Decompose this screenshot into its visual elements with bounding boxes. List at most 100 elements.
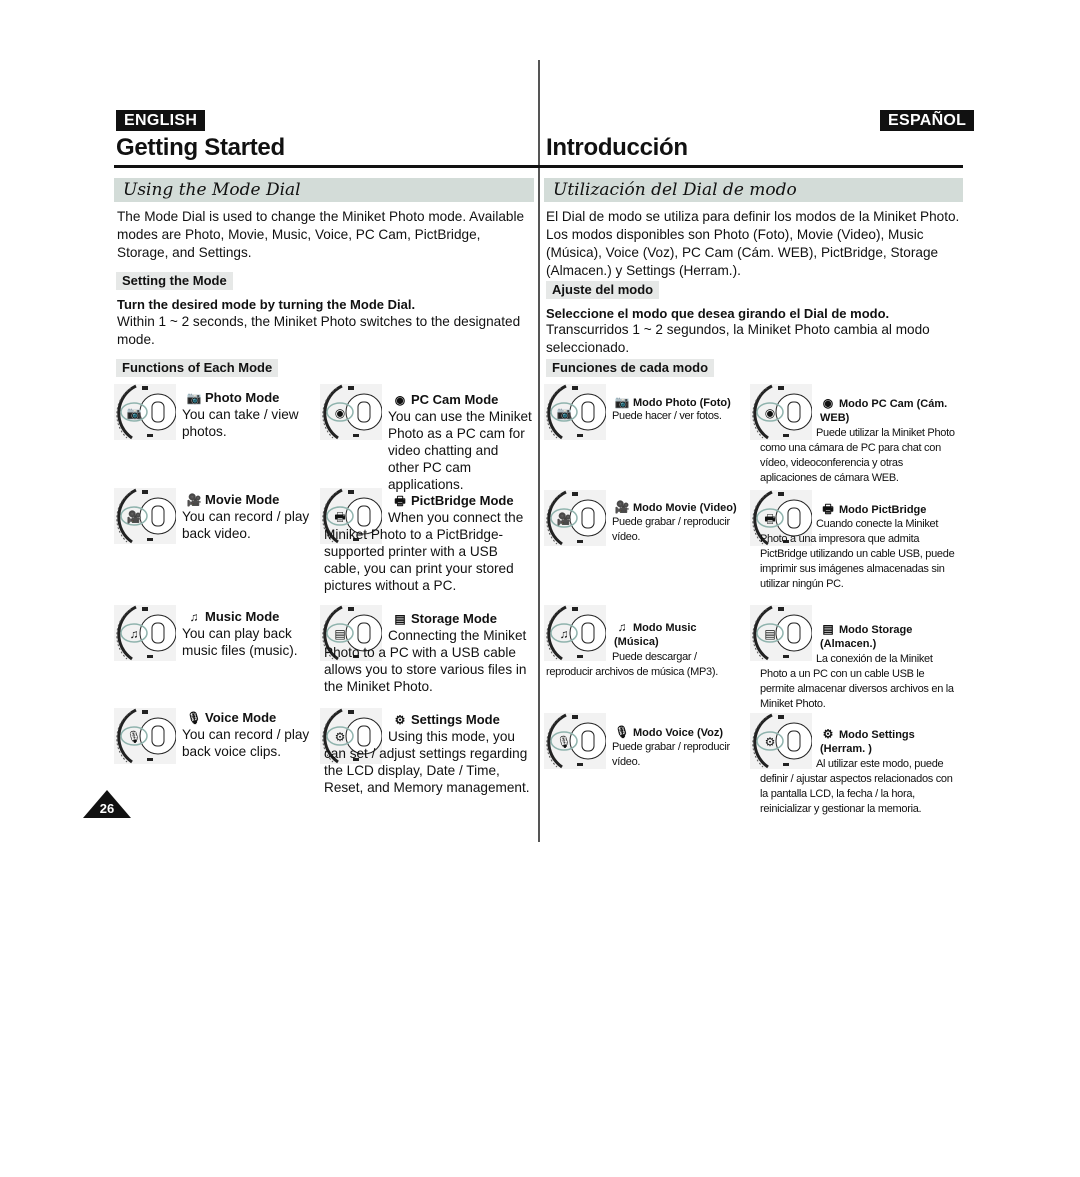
mode-title: 🖶 PictBridge Mode (392, 493, 514, 509)
svg-text:♫: ♫ (130, 627, 139, 641)
mode-title: 🎙 Modo Voice (Voz) (614, 725, 744, 740)
printer-icon: 🖶 (822, 502, 834, 516)
mode-title-label: Voice Mode (205, 710, 277, 725)
mode-dial-illustration: 🎥 (544, 490, 606, 546)
svg-text:🎙: 🎙 (556, 735, 571, 749)
camera-icon: 📷 (614, 395, 630, 409)
mode-title: ▤ Modo Storage (Almacen.) (820, 622, 950, 651)
mode-description: You can play back music files (music). (182, 626, 298, 658)
mode-title: ⚙ Settings Mode (392, 712, 500, 728)
mode-description: You can record / play back video. (182, 509, 310, 541)
svg-text:🎙: 🎙 (126, 730, 141, 744)
camera-icon: 📷 (186, 391, 202, 405)
mode-description: You can record / play back voice clips. (182, 727, 310, 759)
svg-text:♫: ♫ (560, 627, 569, 641)
mode-description: La conexión de la Miniket Photo a un PC … (760, 653, 954, 710)
storage-icon: ▤ (822, 622, 834, 636)
mode-title: ◉ Modo PC Cam (Cám. WEB) (820, 396, 950, 425)
language-tag-spanish: ESPAÑOL (880, 110, 975, 131)
svg-text:◉: ◉ (765, 406, 775, 420)
svg-text:🎥: 🎥 (127, 510, 142, 524)
svg-text:📷: 📷 (127, 406, 142, 420)
mode-title: ▤ Storage Mode (392, 611, 497, 627)
column-divider (538, 60, 540, 842)
storage-icon: ▤ (394, 612, 406, 626)
microphone-icon: 🎙 (186, 711, 202, 725)
section-title-spanish: Utilización del Dial de modo (544, 178, 963, 202)
section-title-english: Using the Mode Dial (114, 178, 534, 202)
mode-description: When you connect the Miniket Photo to a … (324, 510, 524, 593)
mode-description: Puede hacer / ver fotos. (612, 410, 722, 422)
mode-title-label: PictBridge Mode (411, 493, 514, 508)
mode-title: 🎥 Movie Mode (186, 492, 280, 508)
setting-instruction: Turn the desired mode by turning the Mod… (117, 297, 416, 312)
mode-dial-illustration: 🎙 (114, 708, 176, 764)
mode-title-label: Modo Voice (Voz) (633, 727, 724, 739)
title-rule (114, 165, 540, 168)
pc-cam-icon: ◉ (822, 396, 834, 410)
mode-title: 📷 Photo Mode (186, 390, 280, 406)
mode-dial-illustration: 🎥 (114, 488, 176, 544)
mode-title: ⚙ Modo Settings (Herram. ) (820, 727, 950, 756)
page-number: 26 (99, 801, 115, 816)
mode-title-label: Movie Mode (205, 492, 280, 507)
mode-dial-illustration: ◉ (320, 384, 382, 440)
mode-description: You can use the Miniket Photo as a PC ca… (388, 409, 532, 492)
setting-note: Transcurridos 1 ~ 2 segundos, la Miniket… (546, 322, 930, 355)
svg-text:📷: 📷 (557, 406, 572, 420)
page-title-spanish: Introducción (546, 134, 688, 161)
printer-icon: 🖶 (394, 494, 406, 508)
language-tag-english: ENGLISH (116, 110, 206, 131)
music-note-icon: ♫ (617, 620, 627, 634)
mode-description: Puede descargar / reproducir archivos de… (546, 651, 718, 678)
movie-camera-icon: 🎥 (614, 500, 630, 514)
mode-description: Al utilizar este modo, puede definir / a… (760, 758, 953, 815)
mode-dial-illustration: ♫ (114, 605, 176, 661)
gear-icon: ⚙ (394, 713, 406, 727)
svg-text:🎥: 🎥 (557, 512, 572, 526)
svg-text:⚙: ⚙ (765, 735, 776, 749)
mode-title: ◉ PC Cam Mode (392, 392, 499, 408)
mode-description: Connecting the Miniket Photo to a PC wit… (324, 628, 527, 694)
setting-note: Within 1 ~ 2 seconds, the Miniket Photo … (117, 314, 521, 347)
mode-dial-illustration: 🎙 (544, 713, 606, 769)
mode-description: Puede grabar / reproducir vídeo. (612, 516, 730, 543)
mode-title-label: PC Cam Mode (411, 392, 499, 407)
intro-paragraph: The Mode Dial is used to change the Mini… (117, 209, 525, 260)
mode-description: Puede grabar / reproducir vídeo. (612, 741, 730, 768)
movie-camera-icon: 🎥 (186, 493, 202, 507)
mode-title-label: Photo Mode (205, 390, 280, 405)
mode-title-label: Modo PC Cam (Cám. WEB) (820, 398, 948, 424)
mode-title-label: Modo PictBridge (839, 504, 927, 516)
subheading-setting-mode: Ajuste del modo (546, 281, 660, 299)
gear-icon: ⚙ (822, 727, 834, 741)
mode-title: 🖶 Modo PictBridge (820, 502, 950, 517)
mode-title-label: Modo Photo (Foto) (633, 397, 731, 409)
music-note-icon: ♫ (189, 610, 199, 624)
mode-description: Puede utilizar la Miniket Photo como una… (760, 427, 955, 484)
mode-title: 🎙 Voice Mode (186, 710, 276, 726)
setting-instruction: Seleccione el modo que desea girando el … (546, 306, 890, 321)
mode-title: 📷 Modo Photo (Foto) (614, 395, 744, 410)
mode-description: You can take / view photos. (182, 407, 299, 439)
mode-title: ♫ Music Mode (186, 609, 280, 625)
mode-title-label: Music Mode (205, 609, 280, 624)
svg-text:▤: ▤ (764, 627, 775, 641)
title-rule (540, 165, 963, 168)
mode-dial-illustration: 📷 (544, 384, 606, 440)
subheading-setting-mode: Setting the Mode (116, 272, 233, 290)
page-title-english: Getting Started (116, 134, 285, 161)
subheading-functions: Functions of Each Mode (116, 359, 279, 377)
pc-cam-icon: ◉ (394, 393, 406, 407)
mode-title: 🎥 Modo Movie (Video) (614, 500, 744, 515)
svg-text:◉: ◉ (335, 406, 345, 420)
mode-title-label: Settings Mode (411, 712, 500, 727)
intro-paragraph: El Dial de modo se utiliza para definir … (546, 209, 960, 278)
subheading-functions: Funciones de cada modo (546, 359, 715, 377)
mode-description: Using this mode, you can set / adjust se… (324, 729, 530, 795)
microphone-icon: 🎙 (614, 725, 630, 739)
mode-dial-illustration: 📷 (114, 384, 176, 440)
mode-description: Cuando conecte la Miniket Photo a una im… (760, 518, 955, 590)
mode-title-label: Storage Mode (411, 611, 497, 626)
mode-title-label: Modo Movie (Video) (633, 502, 737, 514)
